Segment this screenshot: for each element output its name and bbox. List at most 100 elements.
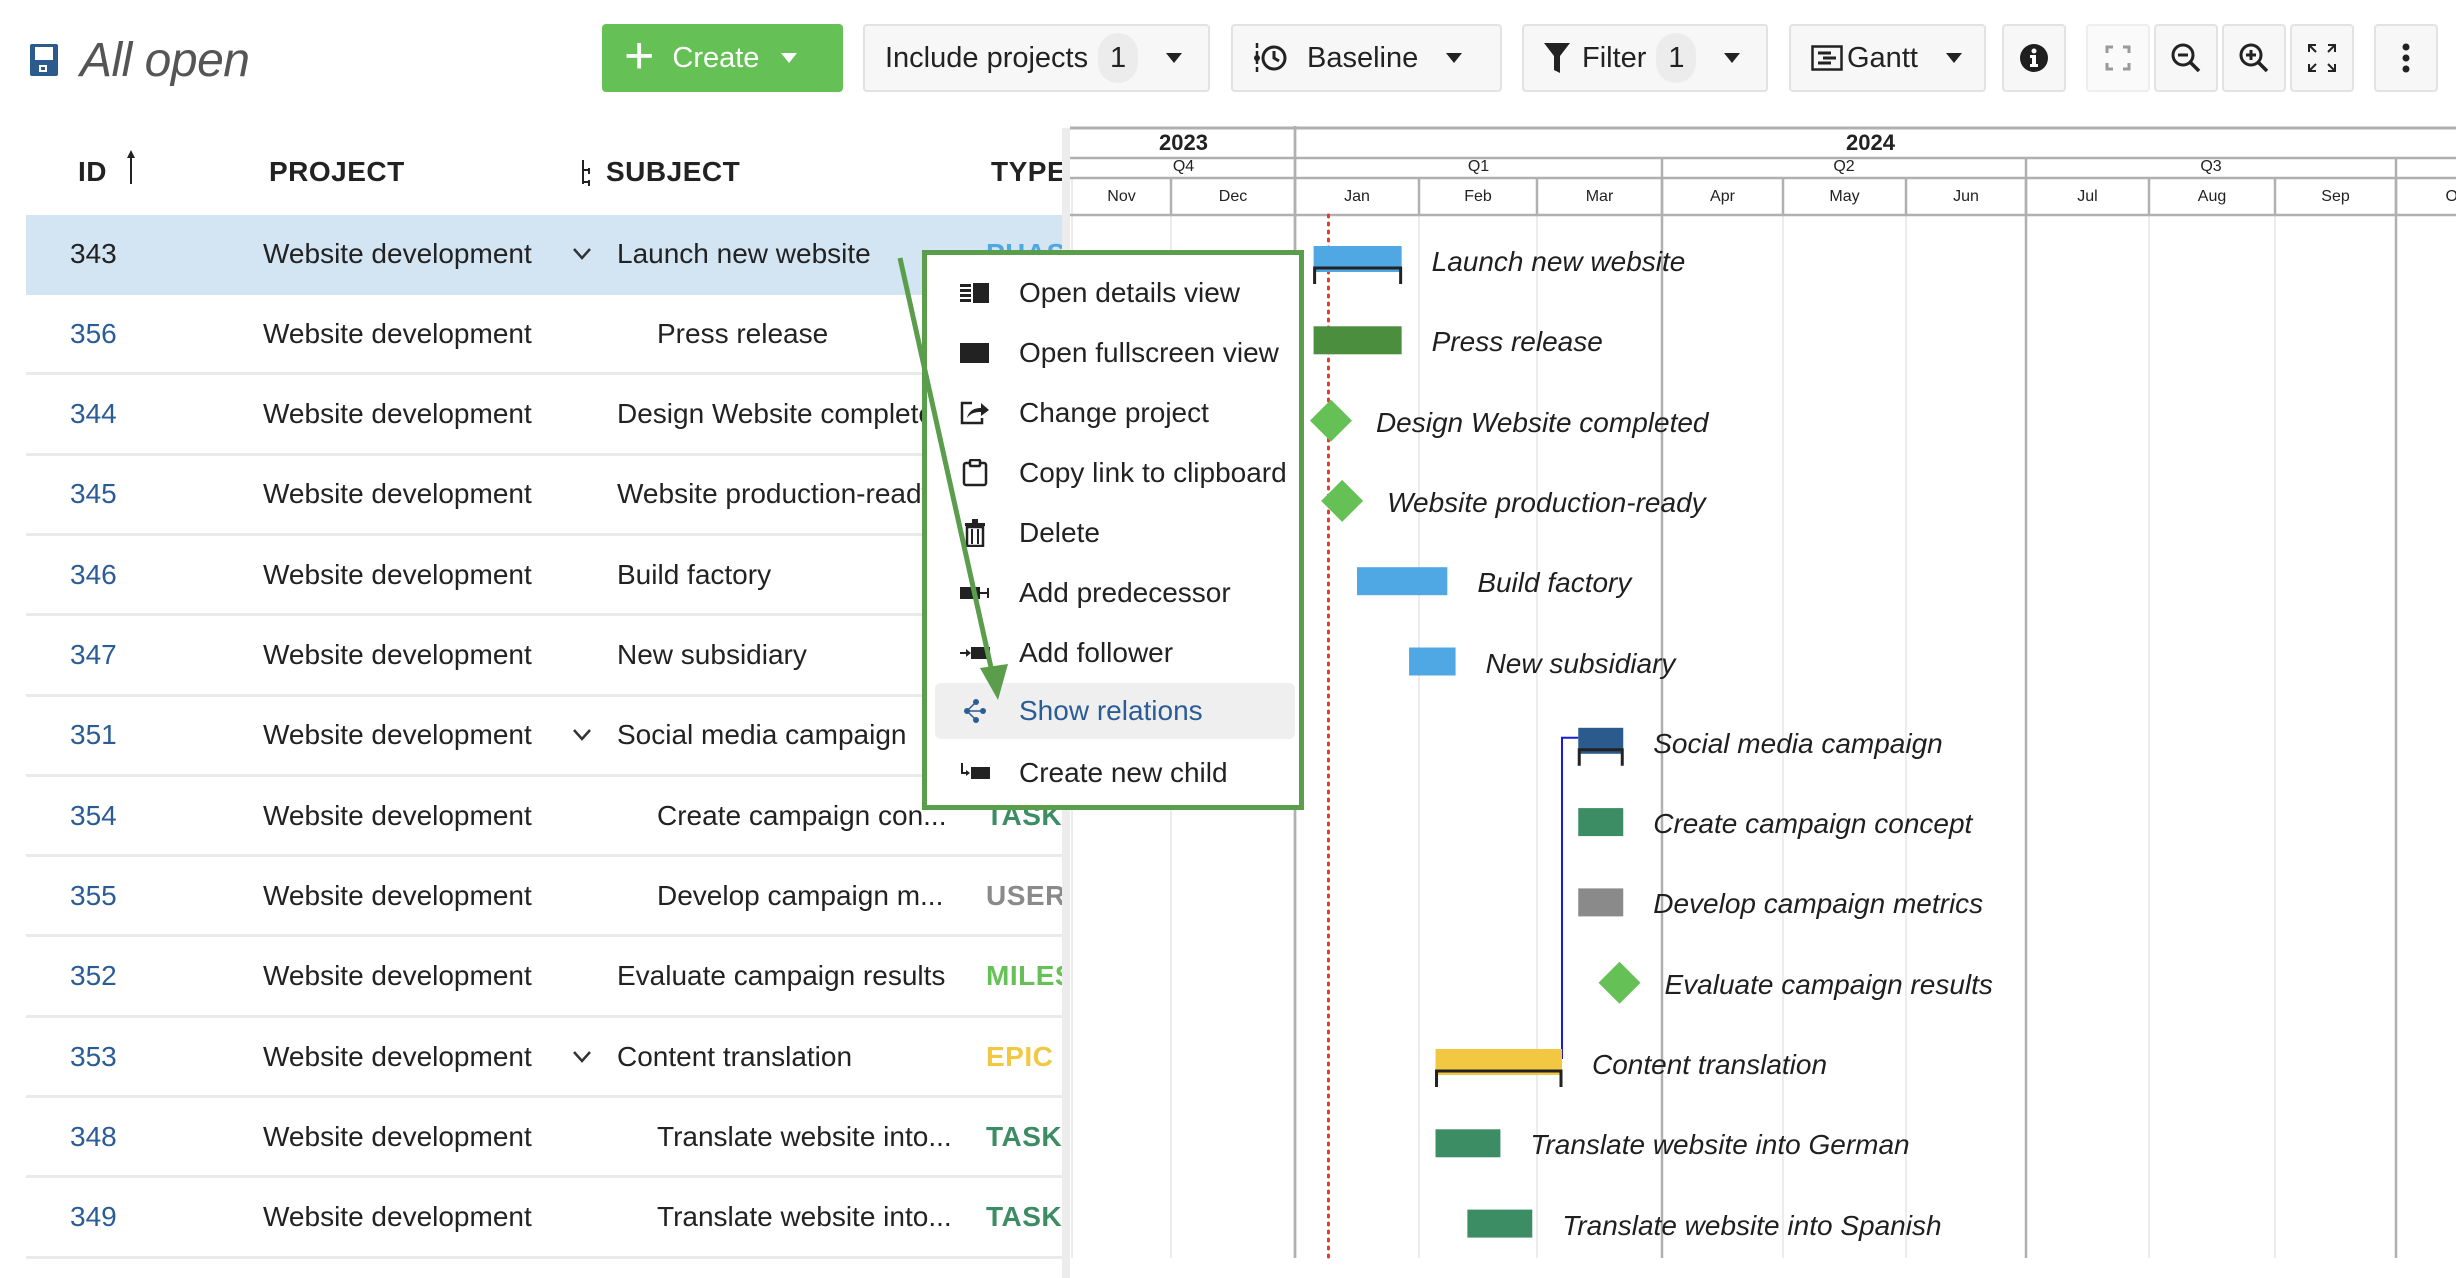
menu-item-label: Add follower xyxy=(1019,637,1174,668)
cell-subject[interactable]: Evaluate campaign results xyxy=(617,938,982,1015)
cell-id[interactable]: 355 xyxy=(70,857,117,934)
menu-item-open-details-view[interactable]: Open details view xyxy=(935,265,1295,321)
table-row[interactable]: 347 Website development New subsidiary xyxy=(26,617,1068,697)
milestone-diamond[interactable] xyxy=(1309,399,1352,442)
include-projects-button[interactable]: Include projects 1 xyxy=(863,24,1210,92)
task-bar[interactable] xyxy=(1357,567,1448,596)
clipboard-icon xyxy=(957,459,993,487)
caret-down-icon xyxy=(1724,53,1741,63)
zoom-out-button[interactable] xyxy=(2154,24,2218,92)
cell-id[interactable]: 343 xyxy=(70,215,117,292)
gantt-bar-label: Social media campaign xyxy=(1653,727,1943,759)
menu-item-change-project[interactable]: Change project xyxy=(935,385,1295,441)
month-label: Jul xyxy=(2077,188,2098,205)
cell-id[interactable]: 349 xyxy=(70,1179,117,1256)
menu-item-open-fullscreen-view[interactable]: Open fullscreen view xyxy=(935,325,1295,381)
gantt-bar-label: Press release xyxy=(1431,326,1603,358)
menu-item-label: Open fullscreen view xyxy=(1019,337,1279,368)
milestone-diamond[interactable] xyxy=(1598,961,1641,1004)
gantt-bar-label: New subsidiary xyxy=(1485,647,1676,679)
view-mode-label: Gantt xyxy=(1847,41,1918,74)
cell-type: TASK xyxy=(986,1201,1063,1233)
zoom-in-button[interactable] xyxy=(2222,24,2286,92)
cell-id[interactable]: 351 xyxy=(70,697,117,774)
relation-line[interactable] xyxy=(1561,736,1579,1059)
cell-project: Website development xyxy=(263,237,532,269)
table-row[interactable]: 355 Website development Develop campaign m… xyxy=(26,857,1068,938)
filter-count: 1 xyxy=(1656,33,1697,83)
fullscreen-icon xyxy=(2308,44,2336,72)
zoom-to-fit-icon xyxy=(2105,45,2131,71)
menu-item-delete[interactable]: Delete xyxy=(935,505,1295,561)
task-bar[interactable] xyxy=(1435,1129,1501,1158)
table-row[interactable]: 348 Website development Translate website … xyxy=(26,1098,1068,1179)
filter-button[interactable]: Filter 1 xyxy=(1522,24,1768,92)
cell-id[interactable]: 356 xyxy=(70,295,117,372)
table-row[interactable]: 344 Website development Design Website com… xyxy=(26,376,1068,456)
month-label: Aug xyxy=(2197,188,2227,205)
menu-item-add-follower[interactable]: Add follower xyxy=(935,625,1295,681)
table-row[interactable]: 345 Website development Website production… xyxy=(26,456,1068,536)
cell-subject[interactable]: Develop campaign m... xyxy=(657,857,982,934)
cell-id[interactable]: 352 xyxy=(70,938,117,1015)
caret-down-icon xyxy=(1945,53,1962,63)
table-row[interactable]: 346 Website development Build factory xyxy=(26,536,1068,617)
baseline-label: Baseline xyxy=(1307,41,1419,74)
table-row[interactable]: 343 Website development Launch new website… xyxy=(26,215,1068,295)
more-menu-button[interactable] xyxy=(2374,24,2438,92)
menu-item-add-predecessor[interactable]: Add predecessor xyxy=(935,565,1295,621)
column-header-type[interactable]: TYPE xyxy=(991,156,1066,188)
view-mode-button[interactable]: Gantt xyxy=(1789,24,1986,92)
menu-item-create-new-child[interactable]: Create new child xyxy=(935,745,1295,801)
fullscreen-button[interactable] xyxy=(2290,24,2354,92)
cell-subject[interactable]: Translate website into... xyxy=(657,1098,982,1175)
column-header-id[interactable]: ID xyxy=(78,150,137,188)
table-row[interactable]: 349 Website development Translate website … xyxy=(26,1179,1068,1259)
task-bar[interactable] xyxy=(1409,647,1456,676)
cell-id[interactable]: 348 xyxy=(70,1098,117,1175)
table-row[interactable]: 356 Website development Press release xyxy=(26,295,1068,376)
cell-subject[interactable]: Translate website into... xyxy=(657,1179,982,1256)
cell-project: Website development xyxy=(263,719,532,751)
move-icon xyxy=(957,401,993,425)
month-label: Jan xyxy=(1344,188,1370,205)
task-bar[interactable] xyxy=(1467,1209,1533,1238)
quarter-label: Q3 xyxy=(2200,158,2222,175)
menu-item-copy-link-to-clipboard[interactable]: Copy link to clipboard xyxy=(935,445,1295,501)
cell-project: Website development xyxy=(263,799,532,831)
expand-chevron-icon[interactable] xyxy=(572,215,592,292)
cell-type: MILES xyxy=(986,960,1068,992)
column-header-project[interactable]: PROJECT xyxy=(269,156,405,188)
create-child-icon xyxy=(957,763,993,783)
task-bar[interactable] xyxy=(1578,888,1624,917)
create-button[interactable]: + Create xyxy=(602,24,843,92)
table-row[interactable]: 354 Website development Create campaign co… xyxy=(26,777,1068,858)
info-button[interactable] xyxy=(2002,24,2066,92)
menu-item-show-relations[interactable]: Show relations xyxy=(935,683,1295,739)
task-bar[interactable] xyxy=(1578,808,1624,837)
cell-id[interactable]: 344 xyxy=(70,376,117,453)
expand-chevron-icon[interactable] xyxy=(572,1018,592,1095)
cell-id[interactable]: 353 xyxy=(70,1018,117,1095)
cell-id[interactable]: 345 xyxy=(70,456,117,533)
table-row[interactable]: 352 Website development Evaluate campaign … xyxy=(26,938,1068,1018)
month-label: Dec xyxy=(1218,188,1248,205)
expand-chevron-icon[interactable] xyxy=(572,697,592,774)
baseline-button[interactable]: Baseline xyxy=(1231,24,1502,92)
cell-id[interactable]: 346 xyxy=(70,536,117,613)
year-label: 2023 xyxy=(1159,130,1208,155)
zoom-to-fit-button[interactable] xyxy=(2086,24,2150,92)
cell-subject[interactable]: Content translation xyxy=(617,1018,982,1095)
table-row[interactable]: 351 Website development Social media campa… xyxy=(26,697,1068,777)
hierarchy-icon[interactable] xyxy=(580,158,594,186)
floppy-disk-icon[interactable] xyxy=(30,44,58,76)
table-row[interactable]: 353 Website development Content translatio… xyxy=(26,1018,1068,1098)
cell-id[interactable]: 354 xyxy=(70,777,117,854)
gantt-bar-label: Develop campaign metrics xyxy=(1653,888,1984,920)
gantt-bar-label: Build factory xyxy=(1477,567,1632,599)
cell-project: Website development xyxy=(263,1120,532,1152)
include-projects-label: Include projects xyxy=(885,41,1089,74)
column-header-subject[interactable]: SUBJECT xyxy=(580,156,740,188)
cell-id[interactable]: 347 xyxy=(70,617,117,694)
task-bar[interactable] xyxy=(1313,326,1402,355)
